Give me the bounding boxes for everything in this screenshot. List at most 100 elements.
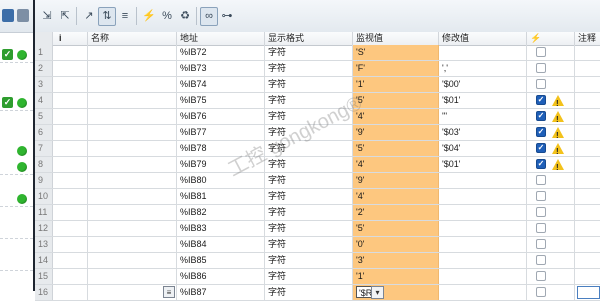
comment-cell[interactable] <box>575 125 600 140</box>
modify-value-cell[interactable] <box>439 253 527 268</box>
table-row[interactable]: 8 %IB79 字符 '4' '$01' ✓ <box>35 157 600 173</box>
modify-flag-cell[interactable]: ✓ <box>527 93 575 108</box>
modify-value-cell[interactable] <box>439 189 527 204</box>
insert-row-icon[interactable]: ⇲ <box>38 7 56 26</box>
address-cell[interactable]: %IB86 <box>177 269 265 284</box>
address-cell[interactable]: %IB77 <box>177 125 265 140</box>
tree-icon[interactable] <box>17 9 29 22</box>
modify-flag-cell[interactable] <box>527 221 575 236</box>
add-row-icon[interactable]: ⇱ <box>56 7 74 26</box>
display-format-cell[interactable]: 字符 <box>265 173 353 188</box>
modify-value-cell[interactable]: '$03' <box>439 125 527 140</box>
display-format-cell[interactable]: 字符 <box>265 109 353 124</box>
name-cell[interactable] <box>88 189 177 204</box>
modify-flag-cell[interactable] <box>527 77 575 92</box>
header-modify-value[interactable]: 修改值 <box>439 32 527 45</box>
modify-value-cell[interactable] <box>439 285 527 300</box>
modify-value-cell[interactable] <box>439 205 527 220</box>
header-comment[interactable]: 注释 <box>575 32 600 45</box>
modify-value-cell[interactable]: '$04' <box>439 141 527 156</box>
modify-checkbox[interactable] <box>536 63 546 73</box>
table-row[interactable]: 13 %IB84 字符 '0' <box>35 237 600 253</box>
table-row[interactable]: 9 %IB80 字符 '9' <box>35 173 600 189</box>
table-row[interactable]: 7 %IB78 字符 '5' '$04' ✓ <box>35 141 600 157</box>
monitor-all-icon[interactable]: ⇅ <box>98 7 116 26</box>
display-format-cell[interactable]: 字符 <box>265 77 353 92</box>
comment-cell[interactable] <box>575 45 600 60</box>
modify-checkbox[interactable] <box>536 287 546 297</box>
header-display-format[interactable]: 显示格式 <box>265 32 353 45</box>
modify-value-cell[interactable]: '$01' <box>439 93 527 108</box>
table-row[interactable]: 10 %IB81 字符 '4' <box>35 189 600 205</box>
modify-value-cell[interactable] <box>439 173 527 188</box>
address-cell[interactable]: %IB78 <box>177 141 265 156</box>
name-cell[interactable] <box>88 221 177 236</box>
header-monitor-value[interactable]: 监视值 <box>353 32 439 45</box>
comment-cell[interactable] <box>575 61 600 76</box>
comment-cell[interactable] <box>575 77 600 92</box>
modify-checkbox[interactable] <box>536 47 546 57</box>
modify-checkbox[interactable] <box>536 79 546 89</box>
name-cell[interactable] <box>88 61 177 76</box>
modify-flag-cell[interactable]: ✓ <box>527 125 575 140</box>
name-cell[interactable] <box>88 109 177 124</box>
modify-flag-cell[interactable]: ✓ <box>527 109 575 124</box>
header-name[interactable]: 名称 <box>88 32 177 45</box>
address-cell[interactable]: %IB80 <box>177 173 265 188</box>
modify-checkbox[interactable] <box>536 175 546 185</box>
address-cell[interactable]: %IB87 <box>177 285 265 300</box>
comment-cell[interactable] <box>575 205 600 220</box>
name-cell[interactable] <box>88 125 177 140</box>
modify-value-cell[interactable] <box>439 237 527 252</box>
modify-checkbox[interactable]: ✓ <box>536 159 546 169</box>
modify-checkbox[interactable]: ✓ <box>536 143 546 153</box>
name-picker-button[interactable]: ≡ <box>163 286 175 298</box>
modify-flag-cell[interactable]: ✓ <box>527 157 575 172</box>
table-row[interactable]: 11 %IB82 字符 '2' <box>35 205 600 221</box>
display-format-cell[interactable]: 字符 <box>265 125 353 140</box>
show-all-icon[interactable]: ≡ <box>116 7 134 26</box>
modify-checkbox[interactable] <box>536 239 546 249</box>
display-format-cell[interactable]: 字符 <box>265 237 353 252</box>
display-format-cell[interactable]: 字符 <box>265 93 353 108</box>
header-modify-flag-icon[interactable]: ⚡ <box>527 32 575 45</box>
modify-flag-cell[interactable] <box>527 173 575 188</box>
modify-value-cell[interactable] <box>439 45 527 60</box>
modify-value-cell[interactable]: '$01' <box>439 157 527 172</box>
comment-cell[interactable] <box>575 269 600 284</box>
address-cell[interactable]: %IB73 <box>177 61 265 76</box>
comment-cell[interactable] <box>575 141 600 156</box>
modify-flag-cell[interactable] <box>527 45 575 60</box>
online-icon[interactable] <box>2 9 14 22</box>
comment-cell[interactable] <box>575 157 600 172</box>
modify-flag-cell[interactable] <box>527 205 575 220</box>
display-format-cell[interactable]: 字符 <box>265 253 353 268</box>
table-row[interactable]: 12 %IB83 字符 '5' <box>35 221 600 237</box>
address-cell[interactable]: %IB82 <box>177 205 265 220</box>
modify-now-icon[interactable]: ⚡ <box>140 7 158 26</box>
address-cell[interactable]: %IB74 <box>177 77 265 92</box>
address-cell[interactable]: %IB83 <box>177 221 265 236</box>
name-cell[interactable] <box>88 45 177 60</box>
toggle-view-icon[interactable]: ⊶ <box>218 7 236 26</box>
address-cell[interactable]: %IB76 <box>177 109 265 124</box>
modify-checkbox[interactable] <box>536 223 546 233</box>
table-row[interactable]: 3 %IB74 字符 '1' '$00' <box>35 77 600 93</box>
display-format-cell[interactable]: 字符 <box>265 45 353 60</box>
modify-checkbox[interactable] <box>536 271 546 281</box>
address-cell[interactable]: %IB84 <box>177 237 265 252</box>
name-cell[interactable] <box>88 77 177 92</box>
display-format-cell[interactable]: 字符 <box>265 189 353 204</box>
modify-value-cell[interactable]: ''' <box>439 109 527 124</box>
display-format-cell[interactable]: 字符 <box>265 269 353 284</box>
comment-cell[interactable] <box>575 221 600 236</box>
comment-cell[interactable] <box>575 189 600 204</box>
address-cell[interactable]: %IB75 <box>177 93 265 108</box>
name-cell[interactable] <box>88 173 177 188</box>
comment-cell[interactable] <box>575 109 600 124</box>
monitor-once-icon[interactable]: ↗ <box>80 7 98 26</box>
dropdown-arrow-icon[interactable]: ▾ <box>371 286 384 299</box>
name-cell[interactable] <box>88 205 177 220</box>
modify-flag-cell[interactable] <box>527 237 575 252</box>
table-row[interactable]: 2 %IB73 字符 'F' ',' <box>35 61 600 77</box>
